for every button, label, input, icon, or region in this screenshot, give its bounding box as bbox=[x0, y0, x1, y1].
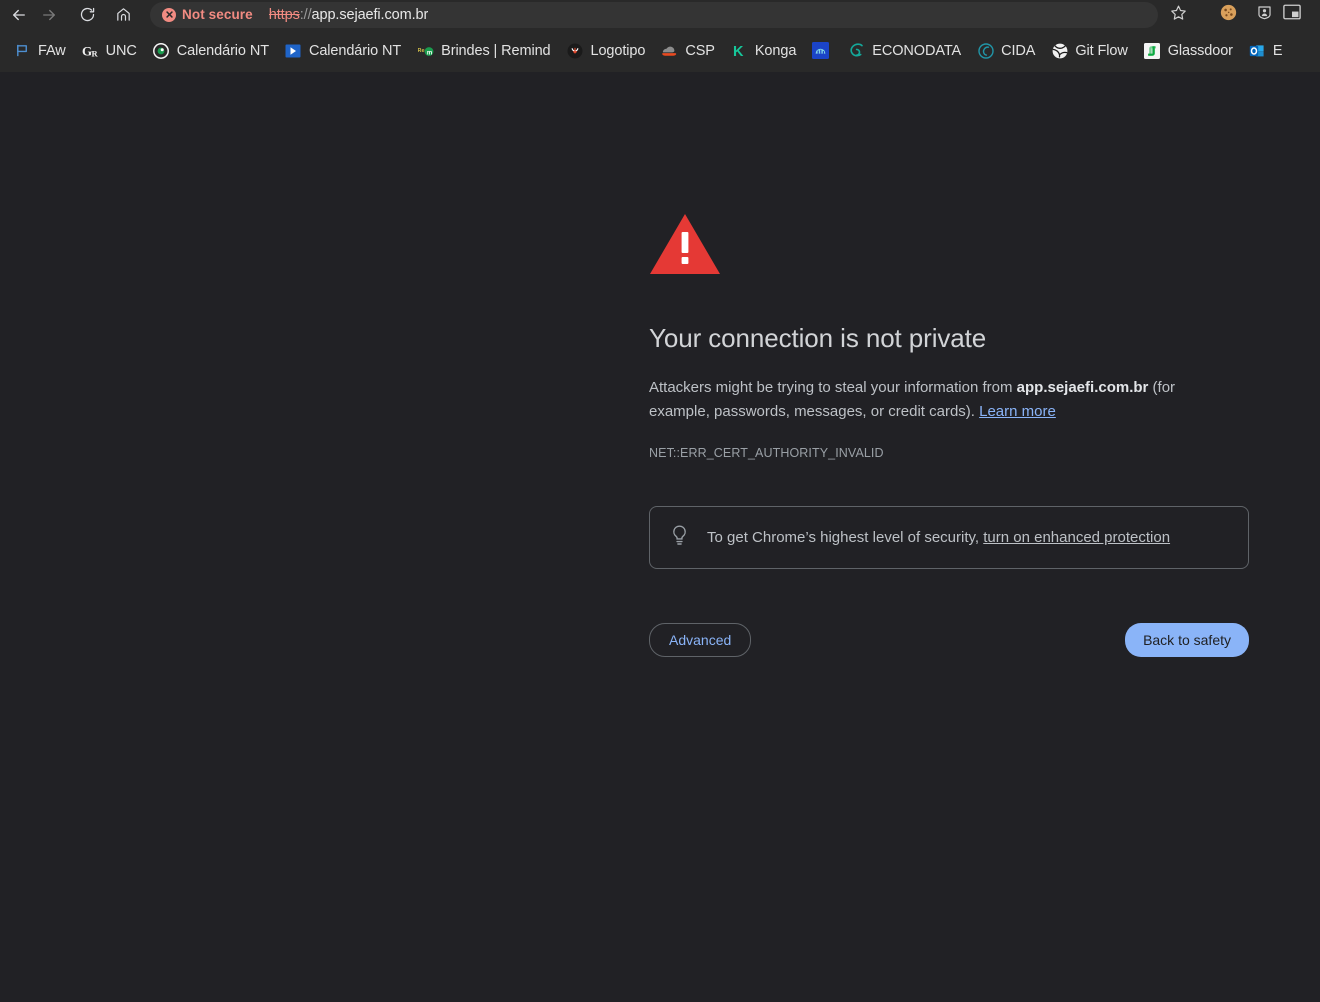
blue-play-icon bbox=[285, 42, 302, 59]
bookmark-star-button[interactable] bbox=[1164, 2, 1192, 28]
page-description: Attackers might be trying to steal your … bbox=[649, 376, 1207, 424]
bookmark-git-flow[interactable]: Git Flow bbox=[1043, 38, 1135, 63]
logotipo-icon bbox=[567, 42, 584, 59]
bookmark-brindes-remind[interactable]: Re m Brindes | Remind bbox=[409, 38, 558, 63]
grammarly-icon: G R bbox=[82, 42, 99, 59]
back-button[interactable] bbox=[4, 2, 34, 28]
bookmark-label: Logotipo bbox=[590, 42, 646, 59]
forward-arrow-icon bbox=[40, 6, 58, 24]
bookmark-label: Brindes | Remind bbox=[441, 42, 551, 59]
browser-toolbar: Not secure https://app.sejaefi.com.br bbox=[0, 0, 1320, 29]
back-arrow-icon bbox=[10, 6, 28, 24]
button-row: Advanced Back to safety bbox=[649, 623, 1249, 658]
reload-icon bbox=[79, 6, 96, 23]
reload-button[interactable] bbox=[72, 2, 102, 28]
blue-square-icon bbox=[812, 42, 830, 59]
url-separator: :// bbox=[299, 6, 312, 23]
faw-flag-icon bbox=[14, 42, 31, 59]
svg-text:R: R bbox=[92, 48, 99, 58]
url-scheme: https bbox=[268, 6, 300, 23]
description-host: app.sejaefi.com.br bbox=[1016, 379, 1149, 397]
bookmark-label: UNC bbox=[105, 42, 137, 59]
enhanced-text-prefix: To get Chrome’s highest level of securit… bbox=[707, 528, 984, 546]
address-bar[interactable]: Not secure https://app.sejaefi.com.br bbox=[150, 1, 1158, 28]
enhanced-protection-text: To get Chrome’s highest level of securit… bbox=[707, 528, 1170, 548]
bookmark-label: Calendário NT bbox=[176, 42, 269, 59]
bookmark-faw[interactable]: FAw bbox=[6, 38, 74, 63]
lightbulb-icon bbox=[670, 524, 689, 551]
puzzle-person-icon bbox=[1256, 4, 1273, 26]
bookmark-label: E bbox=[1272, 42, 1283, 59]
bookmark-logotipo[interactable]: Logotipo bbox=[559, 38, 654, 63]
glassdoor-icon bbox=[1144, 42, 1161, 59]
bookmark-glassdoor[interactable]: Glassdoor bbox=[1136, 38, 1241, 63]
security-status-chip[interactable]: Not secure bbox=[162, 7, 253, 22]
bookmark-label: ECONODATA bbox=[872, 42, 962, 59]
svg-text:Re: Re bbox=[418, 48, 425, 54]
bookmark-csp[interactable]: CSP bbox=[653, 38, 723, 63]
bookmark-label: Calendário NT bbox=[308, 42, 402, 59]
url-host: app.sejaefi.com.br bbox=[311, 6, 429, 23]
back-to-safety-button[interactable]: Back to safety bbox=[1125, 623, 1249, 658]
bookmark-calendario-nt-1[interactable]: Calendário NT bbox=[145, 38, 277, 63]
bookmark-cida[interactable]: CIDA bbox=[969, 38, 1043, 63]
bookmark-unc[interactable]: G R UNC bbox=[74, 38, 145, 63]
extensions-button[interactable] bbox=[1250, 2, 1278, 28]
learn-more-link[interactable]: Learn more bbox=[979, 403, 1056, 420]
bookmark-konga[interactable]: K Konga bbox=[723, 38, 804, 63]
svg-text:m: m bbox=[427, 50, 432, 56]
page-title: Your connection is not private bbox=[649, 323, 987, 353]
outlook-icon bbox=[1249, 42, 1266, 59]
page-content: Your connection is not private Attackers… bbox=[0, 72, 1320, 1002]
bookmark-label: CIDA bbox=[1001, 42, 1036, 59]
pip-icon bbox=[1283, 4, 1301, 25]
cookie-extension-button[interactable] bbox=[1214, 2, 1242, 28]
home-icon bbox=[115, 6, 132, 23]
picture-in-picture-button[interactable] bbox=[1278, 2, 1306, 28]
bookmark-blue-square[interactable] bbox=[804, 38, 840, 63]
ssl-interstitial: Your connection is not private Attackers… bbox=[649, 212, 1249, 658]
bookmark-label: Glassdoor bbox=[1167, 42, 1233, 59]
star-icon bbox=[1170, 4, 1187, 26]
bookmark-label: CSP bbox=[685, 42, 715, 59]
bookmarks-bar: FAw G R UNC Calendário NT Calendário NT … bbox=[0, 29, 1320, 72]
konga-k-icon: K bbox=[731, 42, 748, 59]
home-button[interactable] bbox=[108, 2, 138, 28]
svg-text:K: K bbox=[733, 44, 744, 59]
econodata-icon bbox=[848, 42, 865, 59]
advanced-button[interactable]: Advanced bbox=[649, 623, 752, 658]
turn-on-enhanced-protection-link[interactable]: turn on enhanced protection bbox=[983, 529, 1170, 546]
bookmark-outlook[interactable]: E bbox=[1241, 38, 1291, 63]
bookmark-econodata[interactable]: ECONODATA bbox=[840, 38, 969, 63]
cida-icon bbox=[977, 42, 994, 59]
error-code: NET::ERR_CERT_AUTHORITY_INVALID bbox=[649, 446, 884, 461]
forward-button[interactable] bbox=[34, 2, 64, 28]
git-flow-globe-icon bbox=[1051, 42, 1068, 59]
bookmark-calendario-nt-2[interactable]: Calendário NT bbox=[277, 38, 409, 63]
not-secure-circle-x-icon bbox=[162, 7, 176, 22]
not-secure-label: Not secure bbox=[182, 7, 253, 22]
description-part1: Attackers might be trying to steal your … bbox=[649, 379, 1017, 397]
url-text: https://app.sejaefi.com.br bbox=[269, 7, 428, 23]
bookmark-label: Git Flow bbox=[1075, 42, 1128, 59]
red-warning-triangle-icon bbox=[649, 212, 1249, 281]
enhanced-protection-box: To get Chrome’s highest level of securit… bbox=[649, 506, 1249, 570]
remind-icon: Re m bbox=[417, 42, 434, 59]
bookmark-label: FAw bbox=[38, 42, 66, 59]
csp-cloud-icon bbox=[661, 42, 678, 59]
calendar-circle-icon bbox=[153, 42, 170, 59]
cookie-icon bbox=[1220, 4, 1237, 26]
browser-chrome: Not secure https://app.sejaefi.com.br FA… bbox=[0, 0, 1320, 72]
bookmark-label: Konga bbox=[754, 42, 797, 59]
